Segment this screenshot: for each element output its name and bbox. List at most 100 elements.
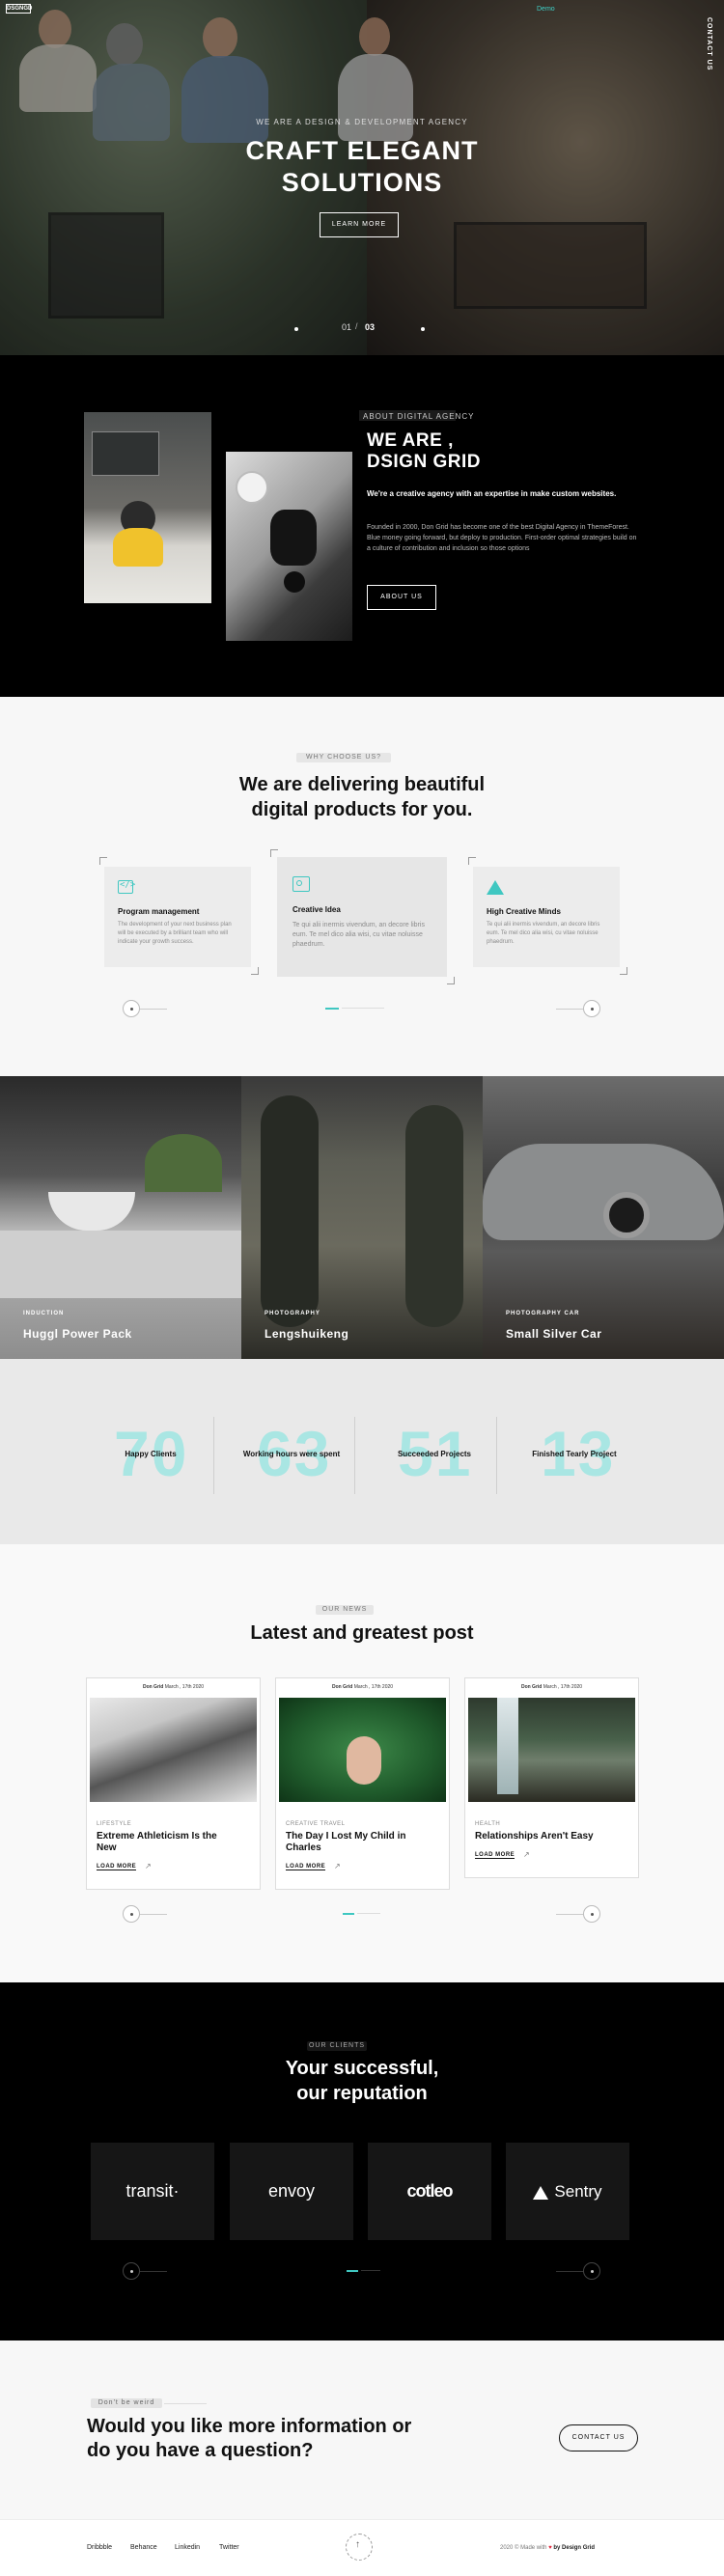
footer-copyright: 2020 © Made with ♥ by Design Grid: [500, 2545, 595, 2551]
news-tag: OUR NEWS: [316, 1605, 374, 1615]
feature-card: </> Program management The development o…: [104, 867, 251, 967]
news-next-line: [556, 1914, 583, 1915]
about-title: WE ARE , DSIGN GRID: [367, 430, 481, 473]
arrow-up-right-icon[interactable]: ↗: [145, 1862, 152, 1870]
client-logo-transit[interactable]: transit·: [91, 2143, 214, 2240]
nav-demo-link[interactable]: Demo: [537, 6, 555, 13]
news-pagination-active[interactable]: [343, 1913, 354, 1915]
clients-title: Your successful, our reputation: [0, 2056, 724, 2106]
post-category: HEALTH: [475, 1821, 501, 1827]
post-meta: Don Grid March , 17th 2020: [465, 1684, 638, 1690]
clients-pagination-active[interactable]: [347, 2270, 358, 2272]
why-prev-button[interactable]: [123, 1000, 140, 1017]
why-tag: WHY CHOOSE US?: [296, 753, 391, 762]
clients-pagination[interactable]: [361, 2270, 380, 2271]
portfolio-bowl: [48, 1192, 135, 1231]
site-logo[interactable]: DSGNGD: [6, 4, 32, 14]
portfolio-car: [483, 1144, 724, 1240]
copyright-suffix: by Design Grid: [553, 2545, 596, 2551]
why-title-line1: We are delivering beautiful: [238, 774, 486, 795]
arrow-up-right-icon[interactable]: ↗: [523, 1850, 530, 1859]
portfolio-category: INDUCTION: [23, 1311, 65, 1316]
arrow-up-right-icon[interactable]: ↗: [334, 1862, 341, 1870]
portfolio-item[interactable]: INDUCTION Huggl Power Pack: [0, 1076, 241, 1359]
clients-prev-button[interactable]: [123, 2262, 140, 2280]
clients-prev-line: [140, 2271, 167, 2272]
post-meta: Don Grid March , 17th 2020: [87, 1684, 260, 1690]
post-category: CREATIVE TRAVEL: [286, 1821, 346, 1827]
portfolio-item[interactable]: PHOTOGRAPHY CAR Small Silver Car: [483, 1076, 724, 1359]
triangle-icon: [487, 880, 504, 895]
portfolio-tree: [405, 1105, 463, 1327]
stat-label: Working hours were spent: [242, 1450, 341, 1458]
contact-us-button[interactable]: CONTACT US: [559, 2424, 638, 2451]
contact-vertical-link[interactable]: CONTACT US: [706, 17, 712, 70]
footer-link-twitter[interactable]: Twitter: [219, 2544, 239, 2551]
post-meta: Don Grid March , 17th 2020: [276, 1684, 449, 1690]
portfolio-title: Small Silver Car: [506, 1327, 602, 1341]
post-title[interactable]: Extreme Athleticism Is the New: [97, 1831, 250, 1854]
desk-image: [226, 452, 352, 641]
card-corner: [251, 967, 259, 975]
post-image[interactable]: [468, 1698, 635, 1802]
news-post-card[interactable]: Don Grid March , 17th 2020 HEALTH Relati…: [464, 1677, 639, 1878]
post-title-line1: Relationships Aren't Easy: [475, 1831, 594, 1842]
post-image[interactable]: [90, 1698, 257, 1802]
copyright-prefix: 2020 © Made with: [500, 2545, 547, 2551]
office-image: [84, 412, 211, 603]
client-logo-sentry[interactable]: Sentry: [506, 2143, 629, 2240]
about-title-line1: WE ARE ,: [367, 430, 454, 451]
back-to-top-button[interactable]: ↑: [346, 2534, 373, 2561]
about-tag: ABOUT DIGITAL AGENCY: [359, 410, 474, 421]
portfolio-title: Lengshuikeng: [265, 1327, 349, 1341]
post-image[interactable]: [279, 1698, 446, 1802]
news-post-card[interactable]: Don Grid March , 17th 2020 LIFESTYLE Ext…: [86, 1677, 261, 1890]
footer-link-dribbble[interactable]: Dribbble: [87, 2544, 112, 2551]
post-load-more-link[interactable]: LOAD MORE: [97, 1864, 137, 1870]
feature-card-title: Program management: [118, 907, 200, 916]
sentry-label: Sentry: [554, 2182, 602, 2201]
office-chalkboard: [92, 431, 159, 476]
footer-link-behance[interactable]: Behance: [130, 2544, 157, 2551]
post-image-hand: [347, 1736, 381, 1785]
news-title: Latest and greatest post: [250, 1622, 474, 1644]
news-post-card[interactable]: Don Grid March , 17th 2020 CREATIVE TRAV…: [275, 1677, 450, 1890]
portfolio-tree: [261, 1095, 319, 1327]
feature-card: Creative Idea Te qui alii inermis vivend…: [277, 857, 447, 977]
portfolio-item[interactable]: PHOTOGRAPHY Lengshuikeng: [241, 1076, 483, 1359]
why-pagination-active[interactable]: [325, 1008, 339, 1010]
post-title-line1: Extreme Athleticism Is the: [97, 1831, 217, 1842]
why-pagination[interactable]: [342, 1008, 384, 1009]
code-icon: </>: [118, 880, 135, 894]
heart-icon: ♥: [548, 2545, 552, 2551]
feature-card-title: Creative Idea: [292, 905, 341, 914]
about-lead: We're a creative agency with an expertis…: [367, 489, 617, 498]
slider-prev-dot[interactable]: [294, 327, 298, 331]
clients-title-line1: Your successful,: [285, 2058, 439, 2079]
client-logo-envoy[interactable]: envoy: [230, 2143, 353, 2240]
cta-tag-line: [164, 2403, 207, 2404]
footer-link-linkedin[interactable]: Linkedin: [175, 2544, 200, 2551]
post-title-line2: Charles: [286, 1842, 321, 1853]
clients-title-line2: our reputation: [296, 2083, 428, 2104]
post-load-more-link[interactable]: LOAD MORE: [475, 1852, 515, 1859]
clients-next-button[interactable]: [583, 2262, 600, 2280]
news-pagination[interactable]: [357, 1913, 380, 1914]
post-title[interactable]: The Day I Lost My Child in Charles: [286, 1831, 439, 1854]
slider-next-dot[interactable]: [421, 327, 425, 331]
feature-card-text: The development of your next business pl…: [118, 922, 232, 945]
stat-label: Succeeded Projects: [397, 1450, 472, 1458]
cta-title: Would you like more information or do yo…: [87, 2415, 411, 2463]
stat-label: Happy Clients: [125, 1450, 177, 1458]
news-prev-button[interactable]: [123, 1905, 140, 1923]
post-load-more-link[interactable]: LOAD MORE: [286, 1864, 326, 1870]
hero-learn-more-button[interactable]: LEARN MORE: [320, 212, 399, 237]
client-logo-cotleo[interactable]: cotleo: [368, 2143, 491, 2240]
sentry-icon: [533, 2185, 549, 2200]
about-us-button[interactable]: ABOUT US: [367, 585, 436, 610]
post-title[interactable]: Relationships Aren't Easy: [475, 1831, 628, 1842]
portfolio-category: PHOTOGRAPHY CAR: [506, 1311, 580, 1316]
news-next-button[interactable]: [583, 1905, 600, 1923]
why-next-button[interactable]: [583, 1000, 600, 1017]
hero-title-line1: CRAFT ELEGANT: [245, 136, 479, 165]
